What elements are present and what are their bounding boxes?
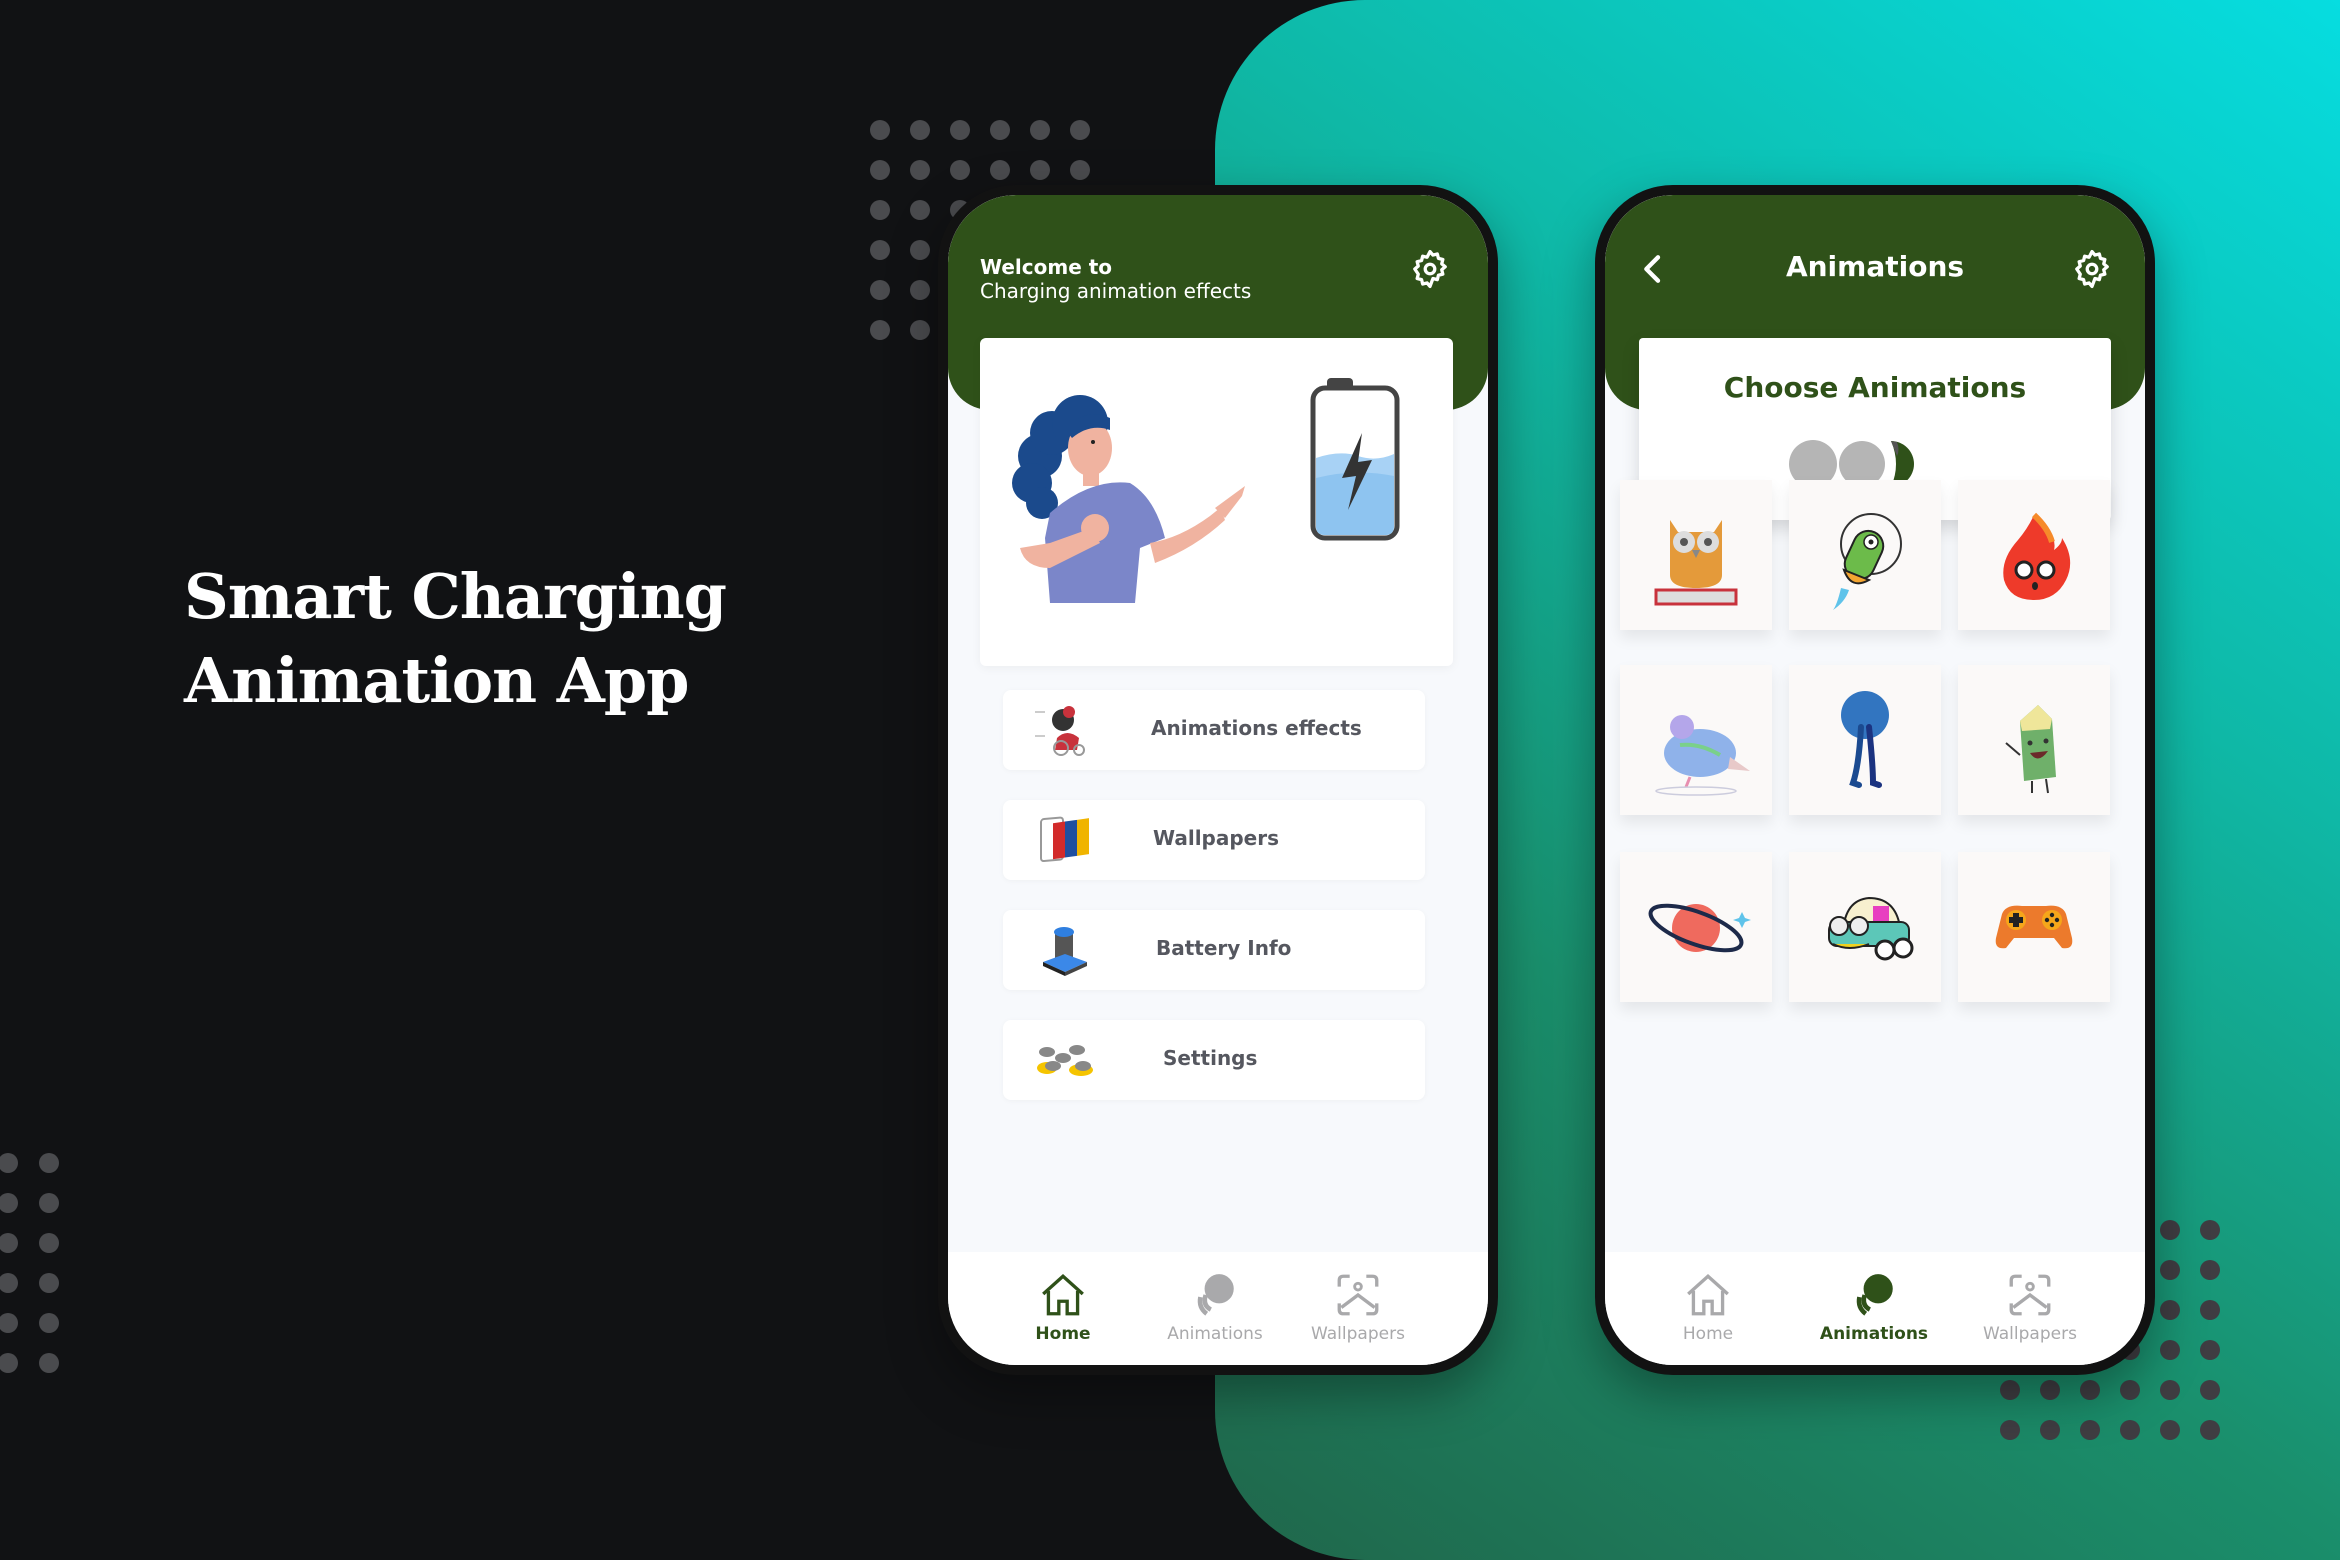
woman-figure <box>1012 395 1245 603</box>
decorative-dot-grid-bottom-left <box>0 1153 59 1373</box>
settings-coins-icon <box>1037 1045 1093 1076</box>
menu-label: Battery Info <box>1156 936 1292 960</box>
woman-pointing-battery-illustration <box>1012 378 1400 603</box>
game-controller-icon <box>1995 905 2073 949</box>
cartoon-car-icon <box>1828 896 1914 961</box>
nav-animations[interactable]: Animations <box>1140 1270 1290 1344</box>
promo-title: Smart Charging Animation App <box>184 555 784 723</box>
alien-rocket-icon <box>1833 513 1902 610</box>
blue-ball-walker-icon <box>1841 691 1889 788</box>
battery-illustration <box>1310 378 1400 541</box>
menu-label: Animations effects <box>1151 716 1362 740</box>
menu-label: Wallpapers <box>1153 826 1280 850</box>
wallpaper-cards-icon <box>1040 816 1089 863</box>
menu-item-wallpapers[interactable]: Wallpapers <box>1003 800 1425 880</box>
welcome-text: Welcome to <box>980 255 1113 279</box>
nav-label: Home <box>1682 1324 1734 1344</box>
bottom-navigation: Home Animations Wallpapers <box>1605 1252 2145 1365</box>
pigeon-icon <box>1655 715 1750 796</box>
animations-icon <box>1856 1274 1893 1316</box>
rooster-animation-icon <box>1035 706 1085 756</box>
menu-item-settings[interactable]: Settings <box>1003 1020 1425 1100</box>
animation-tile-fire[interactable] <box>1958 480 2110 630</box>
gear-icon[interactable] <box>1408 247 1452 291</box>
nav-label: Animations <box>1819 1324 1929 1344</box>
nav-label: Animations <box>1167 1324 1263 1344</box>
nav-home[interactable]: Home <box>1633 1270 1783 1344</box>
animation-tile-green-pencil[interactable] <box>1958 665 2110 815</box>
nav-label: Home <box>1035 1324 1091 1344</box>
bottom-navigation: Home Animations Wallpapers <box>948 1252 1488 1365</box>
animation-tile-game-controller[interactable] <box>1958 852 2110 1002</box>
nav-animations[interactable]: Animations <box>1799 1270 1949 1344</box>
hero-illustration-card <box>980 338 1453 666</box>
nav-label: Wallpapers <box>1983 1324 2077 1344</box>
fire-face-icon <box>2003 512 2071 600</box>
animation-tile-planet[interactable] <box>1620 852 1772 1002</box>
promo-title-line-2: Animation App <box>184 644 690 717</box>
home-icon <box>1687 1274 1729 1316</box>
phone-animations-screen: Animations Choose Animations Home Animat… <box>1595 185 2155 1375</box>
animation-tile-car[interactable] <box>1789 852 1941 1002</box>
animation-tile-alien-rocket[interactable] <box>1789 480 1941 630</box>
home-screen: Welcome to Charging animation effects An… <box>948 195 1488 1365</box>
gear-icon[interactable] <box>2070 247 2114 291</box>
owl-on-book-icon <box>1654 520 1738 606</box>
animation-tile-blue-walker[interactable] <box>1789 665 1941 815</box>
battery-info-icon <box>1043 927 1087 976</box>
choose-animations-title: Choose Animations <box>1723 371 2027 404</box>
menu-label: Settings <box>1163 1046 1258 1070</box>
animations-screen: Animations Choose Animations Home Animat… <box>1605 195 2145 1365</box>
wallpaper-icon <box>1337 1274 1379 1316</box>
animation-tile-pigeon[interactable] <box>1620 665 1772 815</box>
phone-home-screen: Welcome to Charging animation effects An… <box>938 185 1498 1375</box>
app-subtitle: Charging animation effects <box>980 279 1252 303</box>
menu-item-animations-effects[interactable]: Animations effects <box>1003 690 1425 770</box>
menu-item-battery-info[interactable]: Battery Info <box>1003 910 1425 990</box>
nav-wallpapers[interactable]: Wallpapers <box>1293 1270 1423 1344</box>
screen-title: Animations <box>1785 250 1965 283</box>
planet-saturn-icon <box>1648 903 1751 953</box>
nav-label: Wallpapers <box>1311 1324 1405 1344</box>
home-icon <box>1042 1274 1084 1316</box>
promo-title-line-1: Smart Charging <box>184 560 727 633</box>
nav-home[interactable]: Home <box>988 1270 1138 1344</box>
animation-tile-owl[interactable] <box>1620 480 1772 630</box>
wallpaper-icon <box>2009 1274 2051 1316</box>
green-pencil-character-icon <box>2005 705 2056 794</box>
nav-wallpapers[interactable]: Wallpapers <box>1965 1270 2095 1344</box>
animations-icon <box>1197 1274 1234 1316</box>
